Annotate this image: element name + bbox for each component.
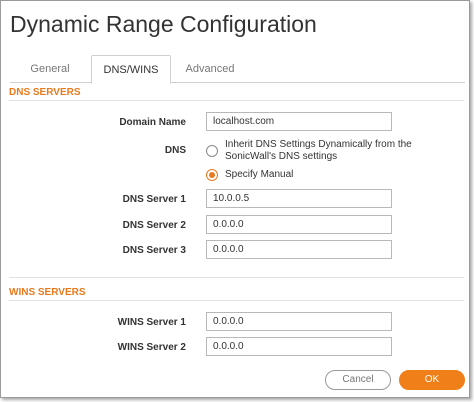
dns-server-1-input[interactable]: 10.0.0.5 — [206, 189, 392, 208]
wins-server-1-input[interactable]: 0.0.0.0 — [206, 312, 392, 331]
domain-name-label: Domain Name — [119, 117, 186, 128]
wins-servers-heading: WINS SERVERS — [9, 287, 86, 298]
wins-server-2-label: WINS Server 2 — [117, 342, 186, 353]
dns-label: DNS — [164, 145, 186, 156]
dns-server-3-input[interactable]: 0.0.0.0 — [206, 240, 392, 259]
specify-manual-option-label: Specify Manual — [225, 169, 294, 180]
dns-server-1-label: DNS Server 1 — [122, 194, 186, 205]
dynamic-range-dialog: Dynamic Range Configuration General DNS/… — [0, 0, 470, 398]
dns-server-2-label: DNS Server 2 — [122, 220, 186, 231]
cancel-button[interactable]: Cancel — [325, 370, 391, 390]
ok-button[interactable]: OK — [399, 370, 465, 390]
inherit-dns-option-label: Inherit DNS Settings Dynamically from th… — [225, 139, 412, 162]
dns-server-3-label: DNS Server 3 — [122, 245, 186, 256]
wins-section-top-divider — [9, 277, 464, 278]
dns-servers-heading: DNS SERVERS — [9, 87, 81, 98]
tab-general[interactable]: General — [10, 55, 90, 83]
dns-section-divider — [9, 100, 464, 101]
tab-bar: General DNS/WINS Advanced — [10, 55, 465, 84]
inherit-dns-radio[interactable] — [206, 145, 218, 157]
radio-selected-dot — [209, 172, 215, 178]
domain-name-input[interactable]: localhost.com — [206, 112, 392, 131]
dns-server-2-input[interactable]: 0.0.0.0 — [206, 215, 392, 234]
dialog-title: Dynamic Range Configuration — [10, 11, 317, 37]
wins-server-2-input[interactable]: 0.0.0.0 — [206, 337, 392, 356]
tab-dns-wins[interactable]: DNS/WINS — [91, 55, 171, 84]
specify-manual-radio[interactable] — [206, 169, 218, 181]
wins-section-divider — [9, 300, 464, 301]
tab-advanced[interactable]: Advanced — [175, 55, 245, 83]
wins-server-1-label: WINS Server 1 — [117, 317, 186, 328]
